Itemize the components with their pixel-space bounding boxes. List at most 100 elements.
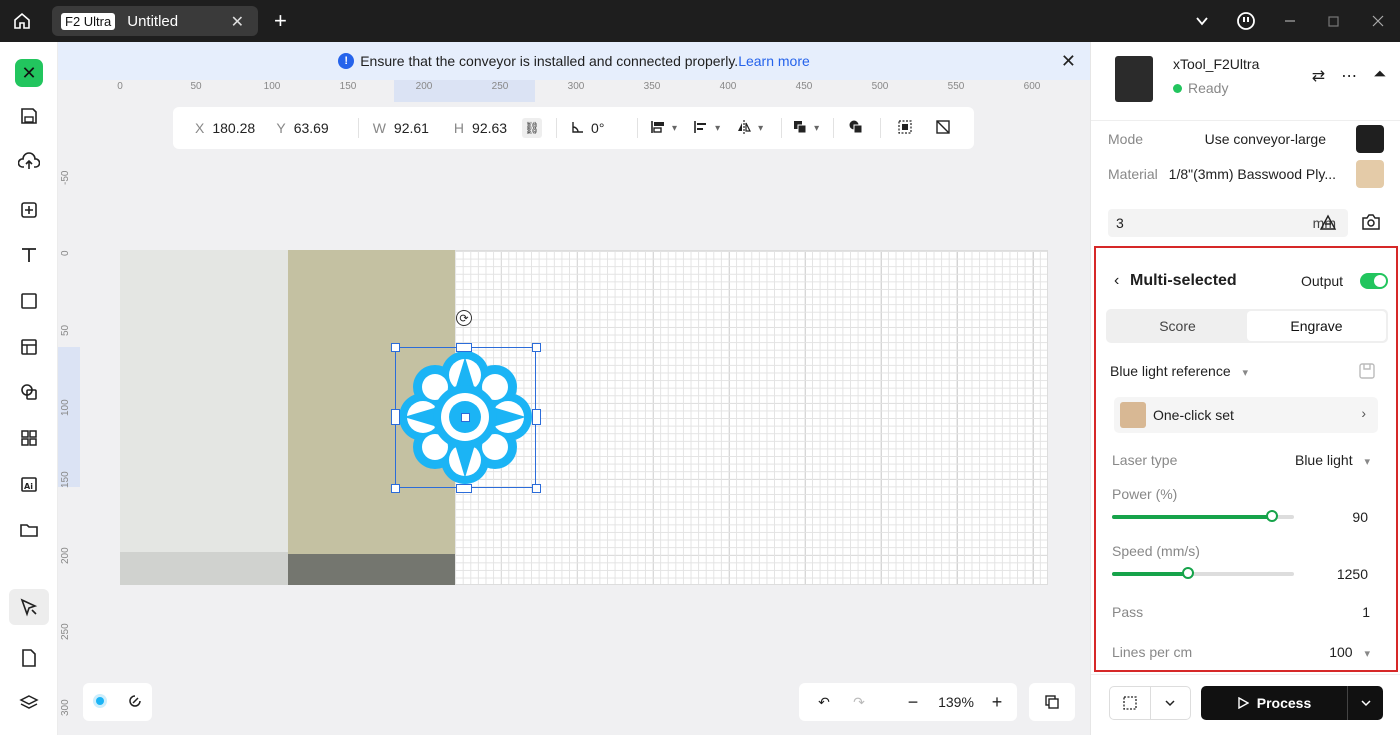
add-icon[interactable] bbox=[9, 192, 49, 228]
group-icon[interactable] bbox=[897, 119, 913, 138]
switch-device-icon[interactable]: ⇄ bbox=[1312, 66, 1325, 86]
x-input[interactable]: 180.28 bbox=[212, 120, 276, 136]
support-icon[interactable] bbox=[1224, 11, 1268, 31]
chevron-down-icon[interactable]: ▾ bbox=[814, 123, 819, 134]
ruler-horizontal: 0 50 100 150 200 250 300 350 400 450 500… bbox=[58, 80, 1090, 102]
layout-icon[interactable] bbox=[9, 329, 49, 365]
upload-icon[interactable] bbox=[9, 143, 49, 179]
canvas-area[interactable]: ! Ensure that the conveyor is installed … bbox=[58, 42, 1090, 735]
learn-more-link[interactable]: Learn more bbox=[738, 53, 810, 69]
close-tab-icon[interactable]: ✕ bbox=[231, 12, 244, 32]
maximize-icon[interactable] bbox=[1312, 14, 1356, 28]
minimize-icon[interactable] bbox=[1268, 14, 1312, 28]
material-label: Material bbox=[1108, 166, 1158, 182]
device-name[interactable]: xTool_F2Ultra bbox=[1173, 56, 1259, 72]
flip-icon[interactable] bbox=[736, 119, 752, 138]
pass-value[interactable]: 1 bbox=[1362, 604, 1370, 620]
zoom-in-button[interactable]: + bbox=[985, 692, 1009, 713]
chevron-down-icon[interactable] bbox=[1180, 14, 1224, 28]
h-input[interactable]: 92.63 bbox=[472, 120, 522, 136]
new-tab-button[interactable]: + bbox=[274, 8, 287, 34]
undo-icon[interactable]: ↶ bbox=[799, 694, 849, 711]
speed-value[interactable]: 1250 bbox=[1337, 566, 1368, 582]
tab-score[interactable]: Score bbox=[1108, 311, 1247, 341]
resize-handle[interactable] bbox=[456, 484, 472, 493]
one-click-set-button[interactable]: One-click set › bbox=[1114, 397, 1378, 433]
close-banner-icon[interactable]: ✕ bbox=[1061, 51, 1076, 72]
home-icon[interactable] bbox=[0, 0, 44, 42]
chevron-down-icon[interactable]: ▾ bbox=[672, 123, 677, 134]
laser-type-dropdown[interactable]: Blue light ▾ bbox=[1295, 452, 1370, 468]
framing-button[interactable] bbox=[1109, 686, 1191, 720]
ai-icon[interactable]: Ai bbox=[9, 466, 49, 502]
speed-slider[interactable] bbox=[1112, 567, 1294, 579]
shape-icon[interactable] bbox=[9, 283, 49, 319]
redo-icon[interactable]: ↷ bbox=[849, 694, 869, 711]
thickness-value[interactable]: 3 bbox=[1116, 215, 1124, 231]
output-toggle[interactable] bbox=[1360, 273, 1388, 289]
chevron-down-icon[interactable]: ▾ bbox=[758, 123, 763, 134]
chevron-down-icon[interactable]: ▾ bbox=[715, 123, 720, 134]
tab-untitled[interactable]: F2 Ultra Untitled ✕ bbox=[52, 6, 258, 36]
framing-icon[interactable] bbox=[1110, 687, 1151, 719]
copy-icon[interactable] bbox=[1029, 683, 1075, 721]
resize-handle[interactable] bbox=[391, 409, 400, 425]
boolean-icon[interactable] bbox=[848, 119, 864, 138]
material-value[interactable]: 1/8"(3mm) Basswood Ply... bbox=[1169, 166, 1336, 182]
blue-light-reference-dropdown[interactable]: Blue light reference ▾ bbox=[1110, 363, 1248, 379]
chevron-down-icon[interactable] bbox=[1347, 686, 1383, 720]
camera-preview-icon[interactable] bbox=[92, 693, 108, 712]
thickness-input[interactable]: 3 mm bbox=[1108, 209, 1348, 237]
pen-icon[interactable] bbox=[9, 589, 49, 625]
close-window-icon[interactable] bbox=[1356, 14, 1400, 28]
speed-slider-knob[interactable] bbox=[1182, 567, 1195, 579]
camera-icon[interactable] bbox=[1361, 213, 1381, 234]
document-icon[interactable] bbox=[9, 640, 49, 676]
folder-icon[interactable] bbox=[9, 512, 49, 548]
w-input[interactable]: 92.61 bbox=[394, 120, 454, 136]
resize-handle[interactable] bbox=[532, 484, 541, 493]
resize-handle[interactable] bbox=[532, 343, 541, 352]
ruler-vertical: -50 0 50 100 150 200 250 300 bbox=[58, 102, 80, 735]
power-slider-knob[interactable] bbox=[1266, 510, 1279, 522]
auto-measure-icon[interactable] bbox=[1319, 214, 1337, 235]
save-icon[interactable] bbox=[9, 98, 49, 134]
divider bbox=[880, 118, 882, 138]
align-icon[interactable] bbox=[650, 119, 666, 138]
zoom-level[interactable]: 139% bbox=[927, 694, 985, 710]
angle-input[interactable]: 0° bbox=[591, 120, 625, 136]
more-icon[interactable]: ⋯ bbox=[1341, 66, 1357, 86]
rotate-handle-icon[interactable]: ⟳ bbox=[456, 310, 472, 326]
resize-handle[interactable] bbox=[532, 409, 541, 425]
arrange-icon[interactable] bbox=[792, 119, 808, 138]
conveyor-mode-icon[interactable] bbox=[1356, 125, 1384, 153]
resize-handle[interactable] bbox=[391, 484, 400, 493]
text-icon[interactable] bbox=[9, 237, 49, 273]
align-left-icon[interactable] bbox=[693, 119, 709, 138]
zoom-out-button[interactable]: − bbox=[899, 692, 927, 713]
center-handle[interactable] bbox=[461, 413, 470, 422]
process-main-button[interactable]: Process bbox=[1201, 686, 1347, 720]
h-label: H bbox=[453, 120, 465, 136]
refresh-preview-icon[interactable] bbox=[127, 693, 143, 712]
power-value[interactable]: 90 bbox=[1352, 509, 1368, 525]
resize-handle[interactable] bbox=[456, 343, 472, 352]
laser-type-row[interactable]: Laser type Blue light ▾ bbox=[1112, 452, 1370, 468]
tab-engrave[interactable]: Engrave bbox=[1247, 311, 1386, 341]
combine-icon[interactable] bbox=[9, 374, 49, 410]
lock-ratio-icon[interactable]: ⛓ bbox=[522, 118, 543, 138]
y-input[interactable]: 63.69 bbox=[294, 120, 344, 136]
ungroup-icon[interactable] bbox=[935, 119, 951, 138]
apps-icon[interactable] bbox=[9, 420, 49, 456]
layers-icon[interactable] bbox=[9, 685, 49, 721]
save-preset-icon[interactable] bbox=[1358, 362, 1376, 383]
back-icon[interactable]: ‹ bbox=[1114, 272, 1119, 290]
material-swatch[interactable] bbox=[1356, 160, 1384, 188]
mode-value[interactable]: Use conveyor-large bbox=[1205, 131, 1326, 147]
power-slider[interactable] bbox=[1112, 510, 1294, 522]
lines-per-cm-dropdown[interactable]: 100 ▾ bbox=[1329, 644, 1370, 660]
collapse-icon[interactable]: ⏶ bbox=[1373, 66, 1386, 86]
resize-handle[interactable] bbox=[391, 343, 400, 352]
chevron-down-icon[interactable] bbox=[1151, 687, 1191, 719]
process-button[interactable]: Process bbox=[1201, 686, 1383, 720]
